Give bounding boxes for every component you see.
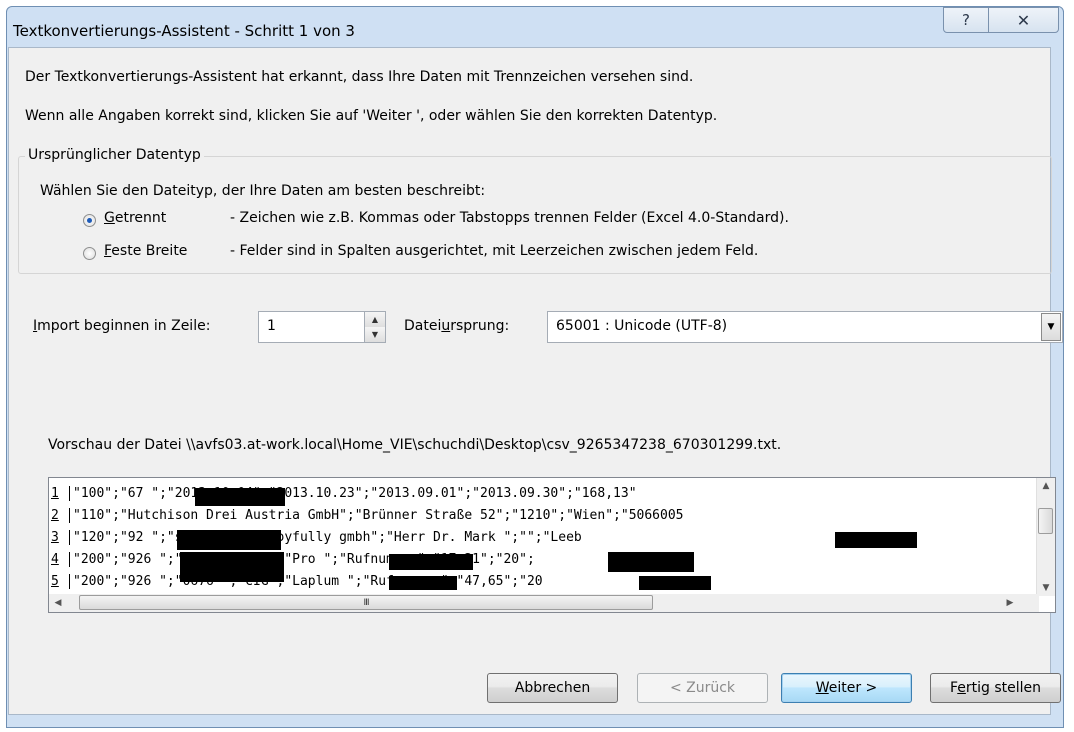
scroll-right-icon[interactable]: ▶ <box>1001 594 1019 612</box>
dialog-title: Textkonvertierungs-Assistent - Schritt 1… <box>13 22 355 40</box>
redaction-block <box>389 554 473 570</box>
datatype-prompt: Wählen Sie den Dateityp, der Ihre Daten … <box>40 183 486 199</box>
preview-row-text: "110";"Hutchison Drei Austria GmbH";"Brü… <box>73 508 684 523</box>
chevron-down-icon[interactable]: ▼ <box>1041 313 1061 341</box>
grip-icon: III <box>363 597 370 608</box>
preview-row-number: 1 <box>51 486 70 501</box>
radio-fixed-width-label[interactable]: Feste Breite <box>104 243 187 259</box>
redaction-block <box>835 532 917 548</box>
help-button[interactable]: ? <box>943 7 989 33</box>
spin-down-icon[interactable]: ▼ <box>365 327 385 342</box>
preview-horizontal-scrollbar[interactable]: ◀ III ▶ <box>49 594 1039 612</box>
redaction-block <box>639 576 711 590</box>
next-button-label: Weiter > <box>815 680 878 696</box>
next-button[interactable]: Weiter > <box>781 673 912 703</box>
close-button[interactable]: ✕ <box>988 7 1059 33</box>
file-origin-value: 65001 : Unicode (UTF-8) <box>556 318 728 334</box>
back-button-label: < Zurück <box>669 680 736 696</box>
preview-vertical-scrollbar[interactable]: ▲ ▼ <box>1036 478 1055 596</box>
spinner-buttons: ▲ ▼ <box>364 312 385 342</box>
finish-button[interactable]: Fertig stellen <box>930 673 1061 703</box>
file-origin-label: Dateiursprung: <box>404 318 510 334</box>
file-preview-box[interactable]: 1 "100";"67 ";"2013.10.04";"2013.10.23";… <box>48 477 1056 613</box>
back-button[interactable]: < Zurück <box>637 673 768 703</box>
preview-row-number: 3 <box>51 530 70 545</box>
radio-delimited-label[interactable]: Getrennt <box>104 210 166 226</box>
intro-line-1: Der Textkonvertierungs-Assistent hat erk… <box>25 69 694 85</box>
scroll-up-icon[interactable]: ▲ <box>1037 478 1055 494</box>
redaction-block <box>180 552 284 582</box>
start-row-label: Import beginnen in Zeile: <box>33 318 211 334</box>
redaction-block <box>195 488 285 506</box>
redaction-block <box>389 576 457 590</box>
redaction-block <box>177 530 281 550</box>
radio-fixed-width-description: - Felder sind in Spalten ausgerichtet, m… <box>230 243 759 259</box>
help-icon: ? <box>962 11 970 29</box>
close-icon: ✕ <box>1016 10 1031 30</box>
preview-row-number: 5 <box>51 574 70 589</box>
start-row-spinner[interactable]: 1 ▲ ▼ <box>258 311 386 343</box>
file-origin-dropdown[interactable]: 65001 : Unicode (UTF-8) ▼ <box>547 311 1063 343</box>
finish-button-label: Fertig stellen <box>949 680 1042 696</box>
horizontal-scroll-thumb[interactable]: III <box>79 595 653 610</box>
radio-fixed-width[interactable] <box>83 247 96 260</box>
preview-caption: Vorschau der Datei \\avfs03.at-work.loca… <box>48 437 782 453</box>
preview-row-number: 2 <box>51 508 70 523</box>
vertical-scroll-thumb[interactable] <box>1038 508 1053 534</box>
scroll-left-icon[interactable]: ◀ <box>49 594 67 612</box>
preview-row-number: 4 <box>51 552 70 567</box>
groupbox-title: Ursprünglicher Datentyp <box>25 147 204 163</box>
intro-line-2: Wenn alle Angaben korrekt sind, klicken … <box>25 108 718 124</box>
radio-delimited[interactable] <box>83 214 96 227</box>
cancel-button-label: Abbrechen <box>514 680 591 696</box>
scroll-down-icon[interactable]: ▼ <box>1037 580 1055 596</box>
radio-delimited-description: - Zeichen wie z.B. Kommas oder Tabstopps… <box>230 210 789 226</box>
cancel-button[interactable]: Abbrechen <box>487 673 618 703</box>
start-row-value[interactable]: 1 <box>267 318 276 334</box>
spin-up-icon[interactable]: ▲ <box>365 312 385 328</box>
redaction-block <box>608 552 694 572</box>
